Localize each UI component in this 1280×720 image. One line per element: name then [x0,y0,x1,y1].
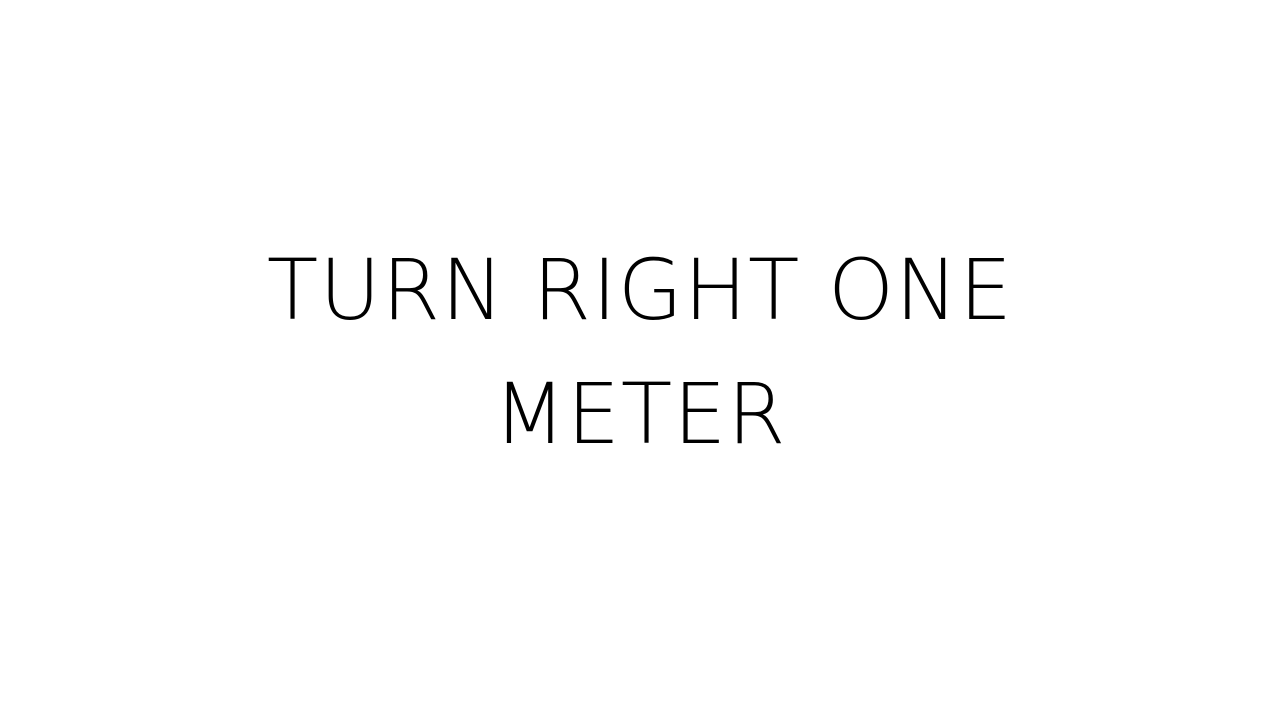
slide-canvas: TURN RIGHT ONE METER [0,0,1280,720]
slide-title-line-2: METER [493,365,787,463]
slide-title: TURN RIGHT ONE METER [140,228,1140,476]
slide-title-line-1: TURN RIGHT ONE [266,241,1014,339]
